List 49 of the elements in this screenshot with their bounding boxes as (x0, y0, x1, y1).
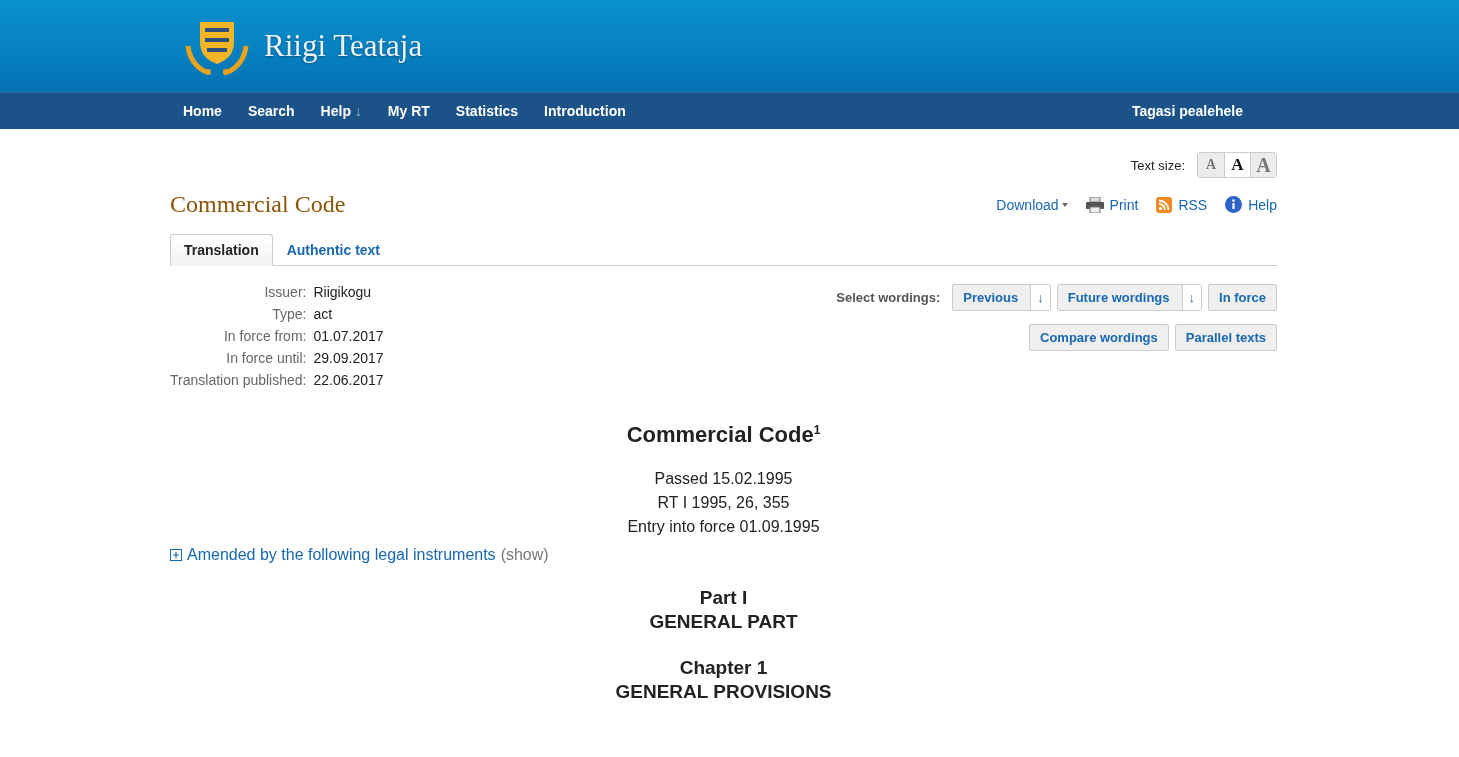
wording-button[interactable]: Parallel texts (1174, 324, 1277, 351)
help-link[interactable]: Help (1225, 196, 1277, 213)
wording-button[interactable]: In force (1208, 284, 1277, 311)
dropdown-button[interactable]: Future wordings ↓ (1056, 284, 1203, 311)
tab[interactable]: Translation (170, 234, 273, 266)
text-size-button[interactable]: A (1198, 153, 1224, 177)
field-label: Translation published: (170, 372, 307, 388)
act-info: Entry into force 01.09.1995 (626, 517, 821, 538)
field-value: 22.06.2017 (313, 372, 384, 388)
show-toggle[interactable]: (show) (500, 546, 549, 565)
rss-icon (1156, 196, 1173, 213)
section-heading: GENERAL PART (648, 610, 799, 635)
field-value: 01.07.2017 (313, 328, 384, 344)
field-label: In force from: (223, 328, 307, 344)
expand-icon[interactable] (170, 549, 182, 562)
nav-link[interactable]: Help ↓ (307, 103, 375, 119)
download-link[interactable]: Download (996, 196, 1068, 213)
field-label: Type: (271, 306, 307, 322)
tab[interactable]: Authentic text (272, 234, 395, 266)
act-info: RT I 1995, 26, 355 (656, 493, 791, 514)
section-heading: Chapter 1 (678, 656, 769, 681)
field-label: Issuer: (263, 284, 307, 300)
text-size-label: Text size: (1130, 157, 1185, 173)
dropdown-button[interactable]: Previous ↓ (952, 284, 1051, 311)
rss-link[interactable]: RSS (1156, 196, 1208, 213)
printer-icon (1085, 196, 1104, 213)
caret-icon (1061, 202, 1068, 207)
act-title: Commercial Code$^{1}$ (625, 421, 822, 448)
field-value: Riigikogu (313, 284, 373, 300)
nav-link[interactable]: Statistics (442, 103, 532, 119)
act-info: Passed 15.02.1995 (653, 469, 794, 490)
amendments-link[interactable]: Amended by the following legal instruments (187, 546, 496, 565)
site-title[interactable]: Riigi Teataja (264, 28, 423, 64)
field-value: 29.09.2017 (313, 350, 384, 366)
field-label: In force until: (225, 350, 307, 366)
section-heading: GENERAL PROVISIONS (614, 680, 833, 705)
nav-link[interactable]: Home (170, 103, 235, 119)
print-link[interactable]: Print (1085, 196, 1139, 213)
nav-link[interactable]: Search (234, 103, 308, 119)
section-heading: Part I (698, 586, 749, 611)
wordings-label: Select wordings: (836, 290, 941, 305)
nav-link[interactable]: Introduction (531, 103, 639, 119)
back-link[interactable]: Tagasi pealehele (1119, 103, 1256, 119)
field-value: act (313, 306, 334, 322)
document-title: Commercial Code (170, 191, 347, 218)
info-icon (1225, 196, 1243, 213)
nav-link[interactable]: My RT (374, 103, 443, 119)
text-size-button[interactable]: A (1250, 153, 1276, 177)
wording-button[interactable]: Compare wordings (1029, 324, 1169, 351)
